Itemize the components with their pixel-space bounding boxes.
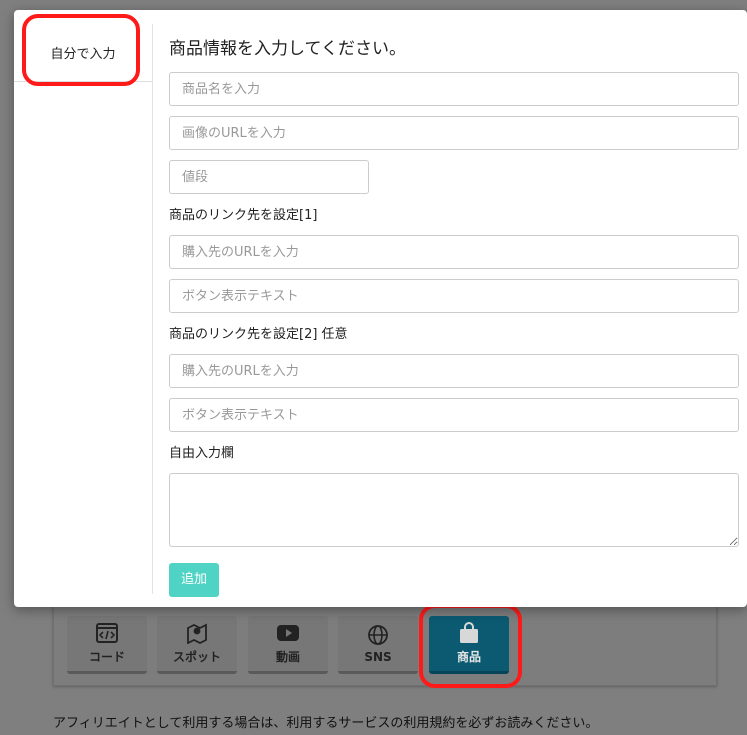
free-text-label: 自由入力欄	[169, 446, 235, 461]
product-input-modal: 自分で入力 商品情報を入力してください。 商品のリンク先を設定[1] 商品のリン…	[14, 10, 747, 607]
affiliate-notice: アフィリエイトとして利用する場合は、利用するサービスの利用規約を必ずお読みくださ…	[53, 716, 599, 731]
sns-block-button[interactable]: SNS	[338, 616, 418, 674]
map-pin-icon	[186, 622, 208, 644]
link1-button-text-input[interactable]	[169, 279, 739, 313]
link2-label: 商品のリンク先を設定[2] 任意	[169, 327, 348, 342]
link1-label: 商品のリンク先を設定[1]	[169, 208, 318, 223]
link2-button-text-input[interactable]	[169, 398, 739, 432]
add-button[interactable]: 追加	[169, 563, 220, 597]
code-icon	[96, 622, 118, 644]
block-label: SNS	[364, 649, 392, 664]
product-form: 商品情報を入力してください。 商品のリンク先を設定[1] 商品のリンク先を設定[…	[169, 34, 739, 597]
code-block-button[interactable]: コード	[67, 616, 147, 674]
link1-url-input[interactable]	[169, 235, 739, 269]
image-url-input[interactable]	[169, 116, 739, 150]
youtube-icon	[277, 622, 299, 644]
video-block-button[interactable]: 動画	[248, 616, 328, 674]
price-input[interactable]	[169, 160, 369, 194]
spot-block-button[interactable]: スポット	[157, 616, 237, 674]
link2-url-input[interactable]	[169, 354, 739, 388]
block-label: コード	[88, 650, 125, 664]
highlight-ring	[419, 604, 522, 688]
modal-title: 商品情報を入力してください。	[169, 39, 406, 59]
block-label: スポット	[172, 650, 221, 664]
globe-icon	[367, 624, 389, 646]
product-name-input[interactable]	[169, 72, 739, 106]
modal-side-tabs: 自分で入力	[14, 24, 153, 594]
free-text-area[interactable]	[169, 473, 739, 547]
block-label: 動画	[275, 650, 300, 664]
highlight-ring	[22, 14, 140, 86]
